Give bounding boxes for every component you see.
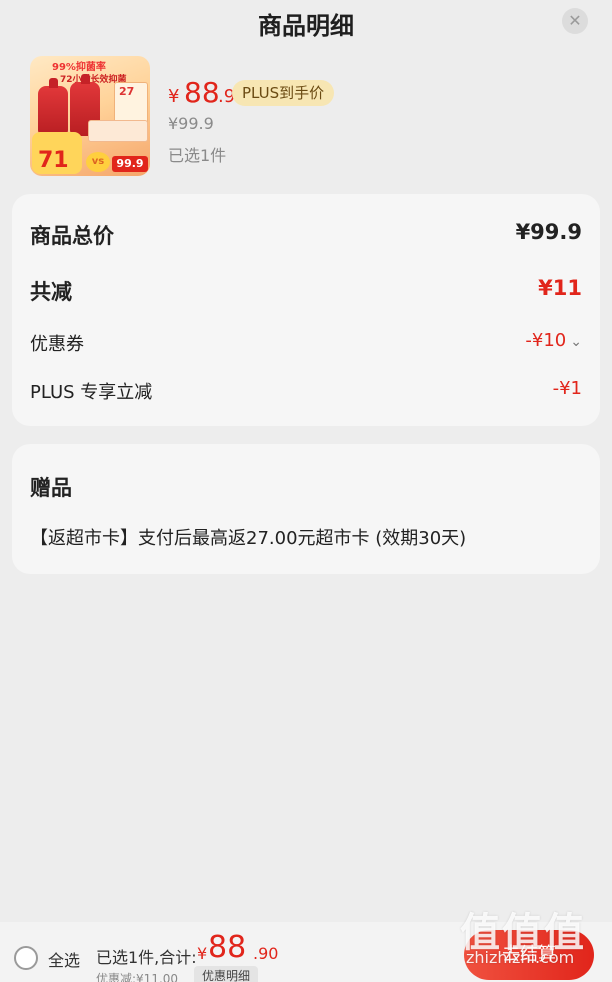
selected-count: 已选1件 <box>168 146 227 165</box>
image-box-price: 99.9 <box>112 156 148 172</box>
sum-decimal: .90 <box>253 944 279 963</box>
discount-detail-button[interactable]: 优惠明细 <box>194 966 259 982</box>
coupon-row[interactable]: 优惠券 -¥10 ⌄ <box>30 330 582 366</box>
price-integer: 88 <box>184 76 220 109</box>
bottle-graphic <box>38 78 68 136</box>
plus-reduction-label: PLUS 专享立减 <box>30 382 153 403</box>
box-number: 27 <box>119 85 135 98</box>
plus-price-tag: PLUS到手价 <box>232 80 335 106</box>
chevron-down-icon[interactable]: ⌄ <box>570 334 582 350</box>
plus-reduction-row: PLUS 专享立减 -¥1 <box>30 378 582 414</box>
close-icon[interactable]: ✕ <box>562 8 588 34</box>
watermark: 值值值 zhizhizhi.com <box>460 900 610 982</box>
coupon-value-group: -¥10 ⌄ <box>525 330 582 351</box>
pack-graphic <box>88 120 148 142</box>
image-price-badge: 71 <box>32 132 82 174</box>
total-reduction-row: 共减 ¥11 <box>30 276 582 312</box>
select-all-radio[interactable] <box>14 946 38 970</box>
gift-title: 赠品 <box>30 476 72 500</box>
total-price-value: ¥99.9 <box>515 220 582 244</box>
vs-badge: vs <box>86 152 110 172</box>
product-image[interactable]: 99%抑菌率 72小时长效抑菌 27 71 vs 99.9 <box>30 56 150 176</box>
total-price-label: 商品总价 <box>30 224 114 248</box>
select-all-label[interactable]: 全选 <box>48 947 80 971</box>
watermark-url: zhizhizhi.com <box>466 948 575 967</box>
total-reduction-value: ¥11 <box>538 276 582 300</box>
gift-card: 赠品 【返超市卡】支付后最高返27.00元超市卡 (效期30天) <box>12 444 600 574</box>
sheet-header: 商品明细 ✕ <box>0 0 612 44</box>
original-price: ¥99.9 <box>168 114 214 133</box>
gift-description: 【返超市卡】支付后最高返27.00元超市卡 (效期30天) <box>30 528 467 549</box>
product-detail-sheet: 商品明细 ✕ 99%抑菌率 72小时长效抑菌 27 71 vs 99.9 ¥ 8… <box>0 0 612 982</box>
image-promo-text: 99%抑菌率 <box>52 62 106 73</box>
discount-text: 优惠减:¥11.00 <box>96 972 179 982</box>
page-title: 商品明细 <box>258 12 354 40</box>
coupon-label: 优惠券 <box>30 334 84 355</box>
total-price-row: 商品总价 ¥99.9 <box>30 220 582 256</box>
sum-symbol: ¥ <box>197 944 208 963</box>
sum-integer: 88 <box>208 930 247 965</box>
plus-reduction-value: -¥1 <box>552 378 582 399</box>
total-reduction-label: 共减 <box>30 280 72 304</box>
coupon-value: -¥10 <box>525 330 567 351</box>
price-summary-card: 商品总价 ¥99.9 共减 ¥11 优惠券 -¥10 ⌄ PLUS 专享立减 -¥… <box>12 194 600 426</box>
price-symbol: ¥ <box>168 86 180 107</box>
image-badge-price: 71 <box>38 148 69 173</box>
product-row: 99%抑菌率 72小时长效抑菌 27 71 vs 99.9 ¥ 88 .9 PL… <box>30 56 590 176</box>
summary-label: 已选1件,合计: <box>96 948 197 967</box>
